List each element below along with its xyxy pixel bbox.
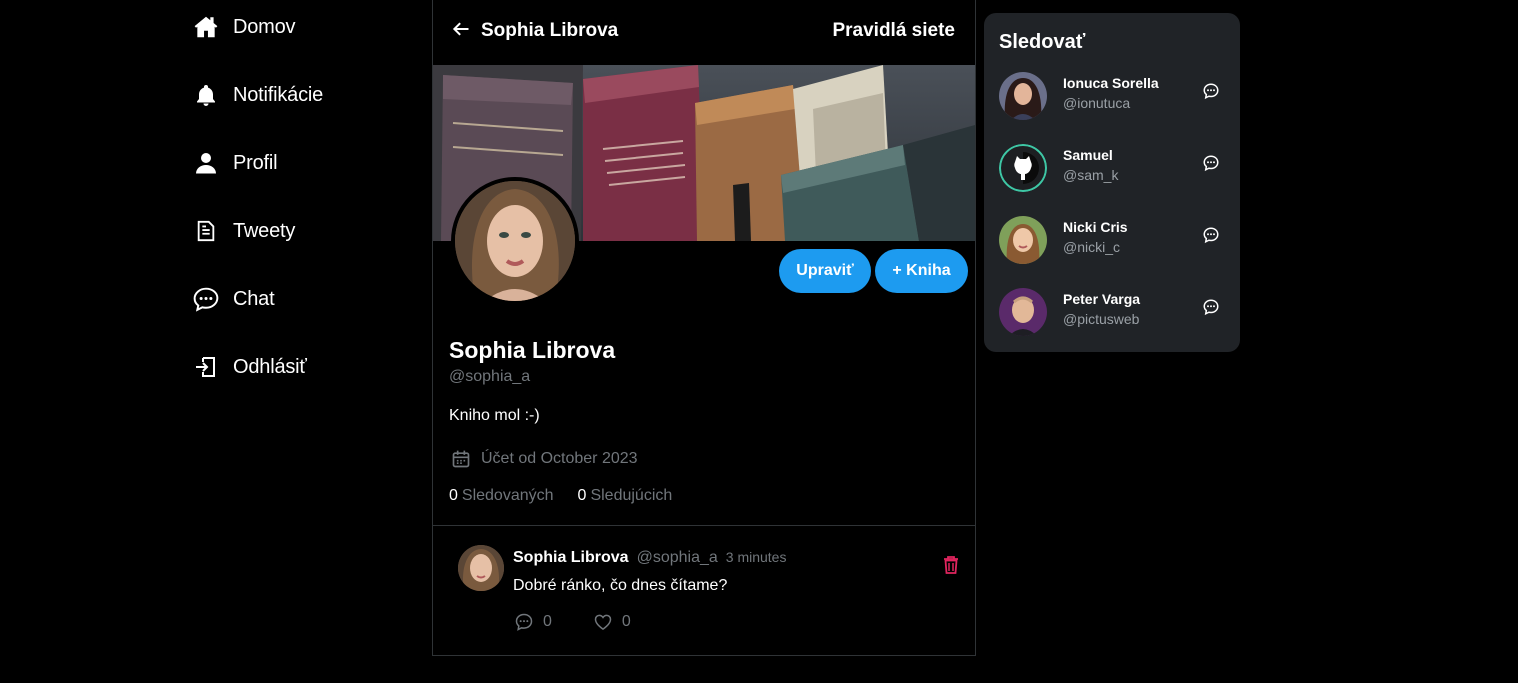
message-icon[interactable]: [1202, 298, 1222, 318]
followers-count: 0: [577, 487, 587, 504]
profile-joined: Účet od October 2023: [449, 447, 638, 471]
profile-stats: 0 Sledovaných 0 Sledujúcich: [449, 487, 696, 505]
avatar[interactable]: [999, 216, 1047, 264]
panel-title: Sledovať: [999, 31, 1086, 53]
follow-suggestion[interactable]: Ionuca Sorella @ionutuca: [999, 72, 1231, 124]
avatar[interactable]: [999, 288, 1047, 336]
user-icon: [192, 149, 220, 177]
sidebar-item-label: Domov: [233, 15, 296, 38]
message-icon[interactable]: [1202, 82, 1222, 102]
followers-stat[interactable]: 0 Sledujúcich: [578, 487, 673, 505]
sidebar-item-label: Tweety: [233, 219, 296, 242]
joined-date: Účet od October 2023: [481, 450, 638, 467]
tweet-author[interactable]: Sophia Librova: [513, 549, 629, 567]
suggestion-handle: @sam_k: [1063, 167, 1119, 183]
bell-icon: [192, 81, 220, 109]
suggestion-handle: @ionutuca: [1063, 95, 1131, 111]
tweet-text: Dobré ránko, čo dnes čítame?: [513, 577, 728, 594]
profile-column: Sophia Librova Pravidlá siete Upraviť + …: [432, 0, 976, 656]
following-count: 0: [449, 487, 458, 504]
comment-button[interactable]: 0: [513, 611, 552, 633]
sidebar-item-label: Chat: [233, 287, 275, 310]
suggestion-handle: @nicki_c: [1063, 239, 1121, 255]
rules-link[interactable]: Pravidlá siete: [832, 20, 955, 42]
chat-icon: [192, 285, 220, 313]
sidebar-item-label: Odhlásiť: [233, 355, 307, 378]
comment-icon: [513, 611, 535, 633]
heart-icon: [592, 611, 614, 633]
following-stat[interactable]: 0 Sledovaných: [449, 487, 554, 505]
follow-suggestion[interactable]: Peter Varga @pictusweb: [999, 288, 1231, 340]
add-book-button[interactable]: + Kniha: [875, 249, 968, 293]
home-icon: [192, 13, 220, 41]
profile-handle: @sophia_a: [449, 368, 531, 385]
tweet-actions: 0 0: [513, 611, 671, 633]
avatar[interactable]: [458, 545, 504, 591]
sidebar-item-label: Profil: [233, 151, 278, 174]
suggestion-handle: @pictusweb: [1063, 311, 1140, 327]
edit-profile-button[interactable]: Upraviť: [779, 249, 871, 293]
document-icon: [192, 217, 220, 245]
sidebar-item-notifications[interactable]: Notifikácie: [192, 75, 323, 115]
suggestion-name: Samuel: [1063, 147, 1113, 163]
trash-icon[interactable]: [943, 556, 961, 576]
like-count: 0: [621, 613, 631, 630]
sidebar-item-tweets[interactable]: Tweety: [192, 211, 295, 251]
tweet-handle: @sophia_a: [636, 549, 718, 566]
sidebar-item-profile[interactable]: Profil: [192, 143, 278, 183]
profile-bio: Kniho mol :-): [449, 407, 540, 424]
followers-label: Sledujúcich: [590, 487, 673, 504]
like-button[interactable]: 0: [592, 611, 631, 633]
message-icon[interactable]: [1202, 154, 1222, 174]
follow-suggestion[interactable]: Samuel @sam_k: [999, 144, 1231, 196]
logout-icon: [192, 353, 220, 381]
calendar-icon: [449, 447, 473, 471]
sidebar-item-home[interactable]: Domov: [192, 7, 296, 47]
back-arrow-icon[interactable]: [451, 19, 475, 43]
message-icon[interactable]: [1202, 226, 1222, 246]
sidebar-item-logout[interactable]: Odhlásiť: [192, 347, 307, 387]
profile-name: Sophia Librova: [449, 337, 616, 363]
profile-avatar[interactable]: [451, 177, 579, 305]
suggestion-name: Peter Varga: [1063, 291, 1141, 307]
who-to-follow-panel: Sledovať Ionuca Sorella @ionutuca Samuel…: [984, 13, 1240, 352]
profile-header: Sophia Librova Pravidlá siete: [433, 0, 975, 65]
tweet-header: Sophia Librova @sophia_a 3 minutes: [513, 549, 786, 567]
suggestion-name: Nicki Cris: [1063, 219, 1128, 235]
tweet-item[interactable]: Sophia Librova @sophia_a 3 minutes Dobré…: [433, 526, 975, 656]
avatar[interactable]: [999, 72, 1047, 120]
following-label: Sledovaných: [461, 487, 554, 504]
avatar[interactable]: [999, 144, 1047, 192]
app: Domov Notifikácie Profil Tweety Chat Odh…: [0, 0, 1518, 683]
comment-count: 0: [543, 613, 552, 630]
sidebar-item-label: Notifikácie: [233, 83, 324, 106]
page-title: Sophia Librova: [481, 20, 619, 41]
tweet-time: 3 minutes: [725, 549, 787, 565]
follow-suggestion[interactable]: Nicki Cris @nicki_c: [999, 216, 1231, 268]
suggestion-name: Ionuca Sorella: [1063, 75, 1159, 91]
sidebar-item-chat[interactable]: Chat: [192, 279, 275, 319]
